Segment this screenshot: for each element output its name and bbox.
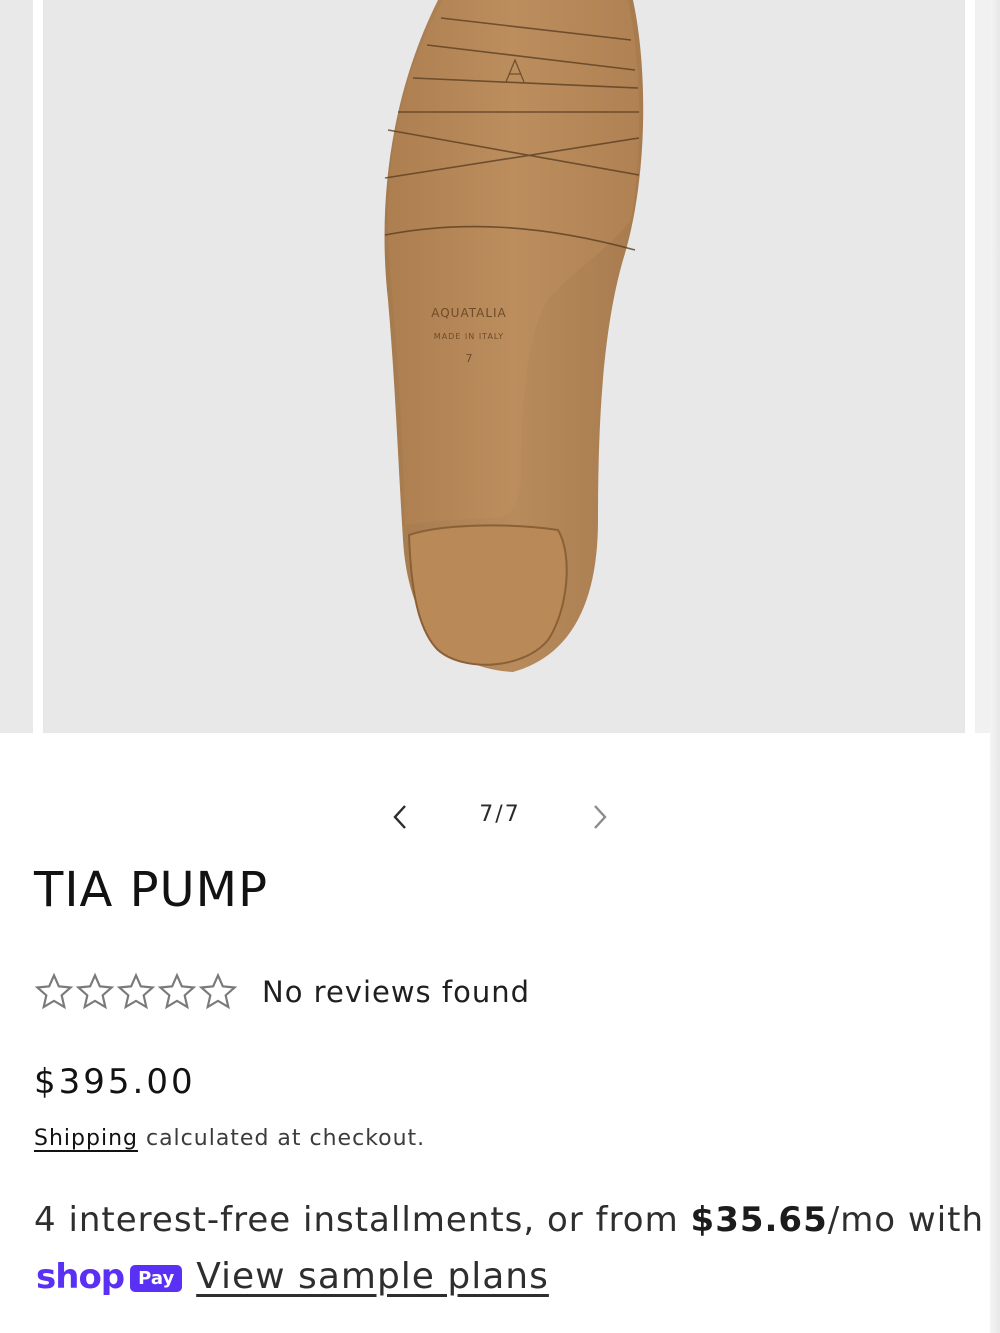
shop-pay-row: shop Pay View sample plans <box>36 1256 549 1297</box>
star-empty-icon <box>157 972 197 1010</box>
sole-size-print: 7 <box>466 352 473 365</box>
product-image-sole[interactable]: AQUATALIA MADE IN ITALY 7 <box>43 0 965 733</box>
star-empty-icon <box>116 972 156 1010</box>
star-empty-icon <box>198 972 238 1010</box>
installments-suffix: /mo with <box>827 1200 985 1240</box>
product-gallery: AQUATALIA MADE IN ITALY 7 <box>0 0 1000 735</box>
product-title: TIA PUMP <box>34 862 269 918</box>
star-empty-icon <box>34 972 74 1010</box>
product-price: $395.00 <box>34 1062 196 1102</box>
chevron-right-icon <box>594 805 607 829</box>
sole-brand-print: AQUATALIA <box>431 306 507 320</box>
installments-amount: $35.65 <box>690 1200 828 1240</box>
next-slide-peek[interactable] <box>975 0 990 733</box>
slider-controls: 7/7 <box>370 792 630 842</box>
rating-row: No reviews found <box>34 972 530 1012</box>
view-sample-plans-link[interactable]: View sample plans <box>196 1256 549 1297</box>
previous-slide-button[interactable] <box>375 792 425 842</box>
shipping-note-text: calculated at checkout. <box>137 1126 426 1151</box>
installments-prefix: 4 interest-free installments, or from <box>34 1200 691 1240</box>
sole-origin-print: MADE IN ITALY <box>434 332 504 341</box>
star-empty-icon <box>75 972 115 1010</box>
star-rating[interactable] <box>34 972 238 1012</box>
slide-counter: 7/7 <box>479 802 521 827</box>
installments-message: 4 interest-free installments, or from $3… <box>34 1200 984 1240</box>
chevron-left-icon <box>393 805 406 829</box>
shipping-link[interactable]: Shipping <box>34 1126 138 1151</box>
shop-pay-logo: shop <box>36 1256 125 1297</box>
shipping-note: Shipping calculated at checkout. <box>34 1126 425 1151</box>
shop-pay-badge: Pay <box>130 1265 183 1292</box>
previous-slide-peek[interactable] <box>0 0 33 733</box>
shoe-heel <box>407 524 568 666</box>
next-slide-button[interactable] <box>575 792 625 842</box>
reviews-status[interactable]: No reviews found <box>262 975 530 1009</box>
